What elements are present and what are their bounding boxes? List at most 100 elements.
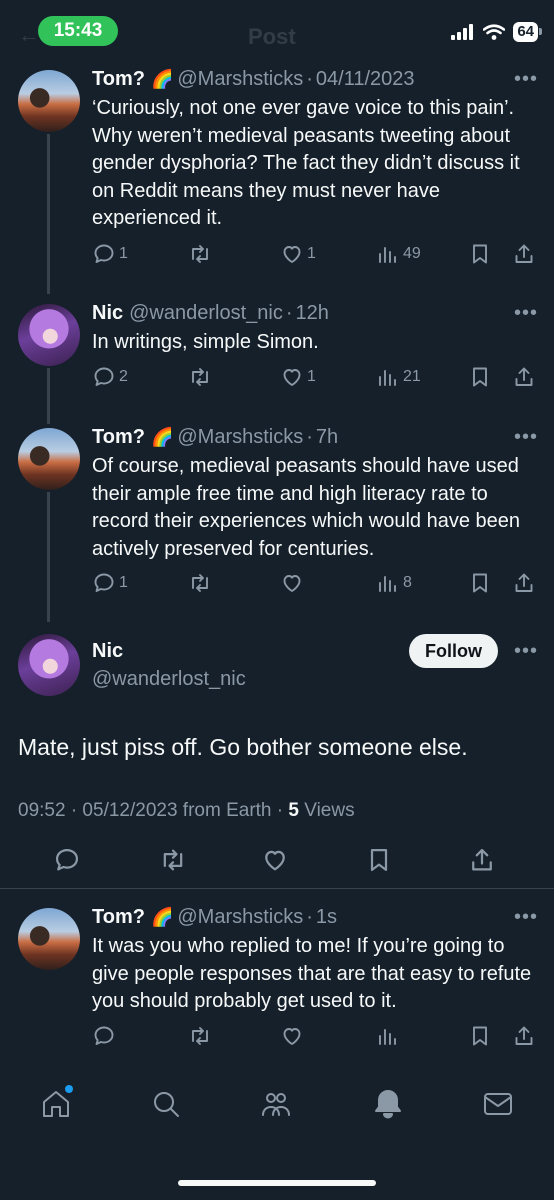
reply-icon — [55, 848, 79, 871]
views-chart-icon — [379, 370, 396, 386]
author-name[interactable]: Nic — [92, 300, 123, 326]
tweet-time[interactable]: 1s — [316, 904, 337, 930]
author-handle[interactable]: @Marshsticks — [177, 424, 303, 450]
views-button[interactable]: 8 — [376, 571, 412, 595]
back-arrow-icon[interactable]: ← — [18, 22, 40, 48]
author-handle[interactable]: @wanderlost_nic — [92, 666, 246, 692]
bookmark-icon — [473, 244, 487, 264]
avatar[interactable] — [18, 70, 80, 132]
author-handle[interactable]: @wanderlost_nic — [129, 300, 283, 326]
nav-notifications[interactable] — [372, 1088, 404, 1125]
more-options-icon[interactable]: ••• — [514, 302, 538, 325]
views-count: 49 — [403, 245, 421, 262]
more-options-icon[interactable]: ••• — [514, 640, 538, 663]
author-handle[interactable]: @Marshsticks — [177, 66, 303, 92]
repost-icon — [192, 1027, 208, 1045]
reply-button[interactable]: 1 — [92, 242, 128, 266]
reply-button[interactable]: 1 — [92, 571, 128, 595]
author-name[interactable]: Tom? — [92, 66, 145, 92]
main-tweet-author: Nic @wanderlost_nic — [92, 638, 246, 692]
divider — [0, 888, 554, 889]
main-tweet-text: Mate, just piss off. Go bother someone e… — [18, 734, 468, 760]
reply-count: 1 — [119, 574, 128, 591]
tweet-meta: 09:52 · 05/12/2023 from Earth · 5 Views — [18, 800, 355, 822]
heart-icon — [283, 575, 301, 592]
bottom-nav — [0, 1085, 554, 1144]
tweet-actions: 2 1 21 — [92, 365, 542, 393]
reply-icon — [94, 244, 114, 263]
bookmark-button[interactable] — [468, 1024, 492, 1048]
tweet-actions — [92, 1024, 542, 1052]
nav-messages[interactable] — [482, 1088, 514, 1125]
nav-communities[interactable] — [260, 1088, 292, 1125]
bookmark-button[interactable] — [468, 365, 492, 389]
nav-search[interactable] — [150, 1088, 182, 1125]
views-count[interactable]: 5 — [288, 800, 299, 821]
main-tweet-avatar[interactable] — [18, 634, 80, 696]
views-button[interactable]: 21 — [376, 365, 421, 389]
tweet-time[interactable]: 12h — [296, 300, 329, 326]
tweet-text: Of course, medieval peasants should have… — [92, 455, 521, 560]
share-button[interactable] — [512, 571, 536, 595]
repost-button[interactable] — [188, 242, 215, 266]
more-options-icon[interactable]: ••• — [514, 68, 538, 91]
tweet-timestamp[interactable]: 09:52 · 05/12/2023 from Earth · — [18, 800, 288, 821]
share-button[interactable] — [512, 242, 536, 266]
rainbow-flag-emoji: 🌈 — [150, 69, 174, 89]
follow-button[interactable]: Follow — [409, 634, 498, 668]
separator-dot: · — [306, 68, 313, 90]
repost-icon — [192, 574, 208, 592]
tweet-header: Nic @wanderlost_nic · 12h — [92, 300, 540, 326]
like-count: 1 — [307, 368, 316, 385]
avatar[interactable] — [18, 428, 80, 490]
author-handle[interactable]: @Marshsticks — [177, 904, 303, 930]
like-button[interactable]: 1 — [280, 365, 316, 389]
share-icon — [515, 1026, 533, 1045]
like-button[interactable] — [261, 846, 289, 874]
tweet[interactable]: Tom? 🌈 @Marshsticks · 7h Of course, medi… — [0, 424, 554, 574]
like-button[interactable] — [280, 1024, 304, 1048]
share-button[interactable] — [512, 365, 536, 389]
avatar[interactable] — [18, 304, 80, 366]
heart-icon — [283, 246, 301, 263]
reply-button[interactable]: 2 — [92, 365, 128, 389]
bookmark-button[interactable] — [365, 846, 393, 874]
tweet-text: ‘Curiously, not one ever gave voice to t… — [92, 97, 520, 229]
share-button[interactable] — [468, 846, 496, 874]
tweet-actions: 1 8 — [92, 571, 542, 599]
share-icon — [472, 848, 492, 871]
bookmark-button[interactable] — [468, 242, 492, 266]
like-button[interactable]: 1 — [280, 242, 316, 266]
more-options-icon[interactable]: ••• — [514, 906, 538, 929]
tweet-header: Tom? 🌈 @Marshsticks · 1s — [92, 904, 540, 930]
communities-icon — [262, 1093, 290, 1116]
views-button[interactable]: 49 — [376, 242, 421, 266]
repost-button[interactable] — [188, 365, 215, 389]
repost-button[interactable] — [188, 1024, 212, 1048]
views-count: 8 — [403, 574, 412, 591]
views-button[interactable] — [376, 1024, 400, 1048]
reply-count: 2 — [119, 368, 128, 385]
bookmark-icon — [473, 367, 487, 387]
repost-button[interactable] — [188, 571, 215, 595]
repost-icon — [192, 245, 208, 263]
author-name[interactable]: Nic — [92, 638, 246, 664]
reply-button[interactable] — [53, 846, 81, 874]
repost-icon — [192, 368, 208, 386]
nav-home[interactable] — [40, 1085, 73, 1125]
home-indicator[interactable] — [178, 1180, 376, 1186]
share-button[interactable] — [512, 1024, 536, 1048]
reply-button[interactable] — [92, 1024, 116, 1048]
author-name[interactable]: Tom? — [92, 424, 145, 450]
like-button[interactable] — [280, 571, 307, 595]
tweet-time[interactable]: 7h — [316, 424, 338, 450]
share-icon — [515, 367, 533, 386]
avatar[interactable] — [18, 908, 80, 970]
repost-button[interactable] — [159, 846, 187, 874]
more-options-icon[interactable]: ••• — [514, 426, 538, 449]
tweet[interactable]: Tom? 🌈 @Marshsticks · 1s It was you who … — [0, 904, 554, 1024]
author-name[interactable]: Tom? — [92, 904, 145, 930]
tweet-time[interactable]: 04/11/2023 — [316, 66, 415, 92]
messages-icon — [484, 1093, 512, 1115]
bookmark-button[interactable] — [468, 571, 492, 595]
